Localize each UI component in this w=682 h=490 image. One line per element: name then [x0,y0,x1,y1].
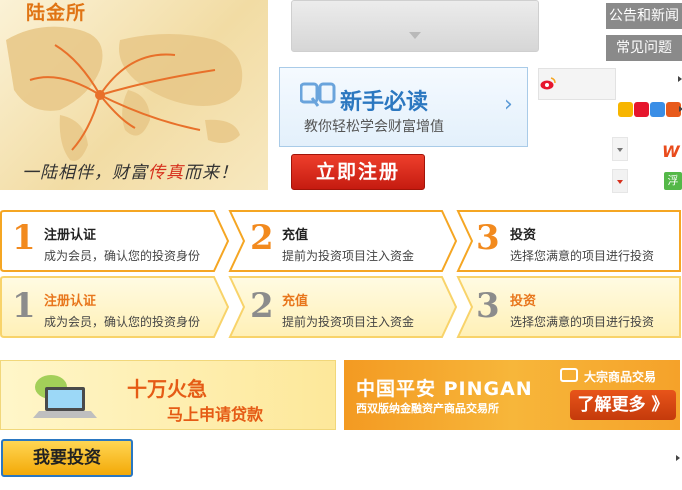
step-card[interactable]: 1 注册认证 成为会员，确认您的投资身份 [0,276,230,340]
brand-logo: 陆金所 [26,2,87,24]
step-title: 注册认证 [44,228,97,243]
step-card[interactable]: 3 投资 选择您满意的项目进行投资 [464,210,680,274]
float-icon[interactable]: 浮 [664,172,682,190]
guide-subtitle: 教你轻松学会财富增值 [304,119,444,135]
chevron-right-icon [678,76,682,82]
chevron-right-icon [676,455,680,461]
step-description: 成为会员，确认您的投资身份 [44,315,201,329]
step-number: 1 [12,286,36,326]
loan-headline: 十万火急 [127,377,207,401]
weibo-icon[interactable] [540,76,556,90]
hero-slogan: 一陆相伴，财富传真而来！ [22,163,238,183]
pingan-exchange: 西双版纳金融资产商品交易所 [356,402,499,415]
invest-button[interactable]: 我要投资 [1,439,133,477]
step-description: 成为会员，确认您的投资身份 [44,249,201,263]
register-button[interactable]: 立即注册 [291,154,425,190]
step-card[interactable]: 2 充值 提前为投资项目注入资金 [236,276,456,340]
step-description: 提前为投资项目注入资金 [282,315,415,329]
chevron-right-icon: › [504,92,513,117]
step-title: 充值 [282,228,309,243]
commodity-icon [560,368,578,382]
step-number: 2 [250,218,274,258]
newbie-guide-banner[interactable]: 新手必读 教你轻松学会财富增值 › [279,67,528,147]
guide-logo-icon [300,82,336,107]
step-card[interactable]: 2 充值 提前为投资项目注入资金 [236,210,456,274]
qq-icon[interactable] [650,102,665,117]
step-number: 2 [250,286,274,326]
step-number: 1 [12,218,36,258]
loan-subline: 马上申请贷款 [167,405,264,424]
news-button[interactable]: 公告和新闻 [606,3,682,29]
step-card[interactable]: 1 注册认证 成为会员，确认您的投资身份 [0,210,230,274]
step-title: 注册认证 [44,294,97,309]
chevron-down-icon [617,180,623,184]
learn-more-button[interactable]: 了解更多 》 [570,390,676,420]
qzone-icon[interactable] [618,102,633,117]
guide-title: 新手必读 [340,90,429,115]
step-title: 充值 [282,294,309,309]
panel-pointer [409,32,421,39]
dropdown-toggle[interactable] [612,169,628,193]
w-icon[interactable]: W [662,142,680,161]
notice-panel [291,0,539,52]
pingan-tag: 大宗商品交易 [584,370,657,384]
weibo-share-icon[interactable] [634,102,649,117]
social-share-row [616,102,682,120]
pingan-banner[interactable]: 中国平安 PINGAN 西双版纳金融资产商品交易所 大宗商品交易 了解更多 》 [344,360,680,430]
step-number: 3 [476,286,500,326]
step-description: 选择您满意的项目进行投资 [510,249,655,263]
step-title: 投资 [510,294,537,309]
step-description: 提前为投资项目注入资金 [282,249,415,263]
step-number: 3 [476,218,500,258]
step-description: 选择您满意的项目进行投资 [510,315,655,329]
dropdown-toggle[interactable] [612,137,628,161]
laptop-icon [33,375,97,418]
step-card[interactable]: 3 投资 选择您满意的项目进行投资 [464,276,680,340]
step-title: 投资 [510,228,537,243]
loan-banner[interactable]: 十万火急 马上申请贷款 [0,360,336,430]
pingan-brand: 中国平安 PINGAN [356,378,533,400]
faq-button[interactable]: 常见问题 [606,35,682,61]
hero-banner[interactable]: 陆金所 一陆相伴，财富传真而来！ [0,0,268,190]
chevron-down-icon [617,148,623,152]
